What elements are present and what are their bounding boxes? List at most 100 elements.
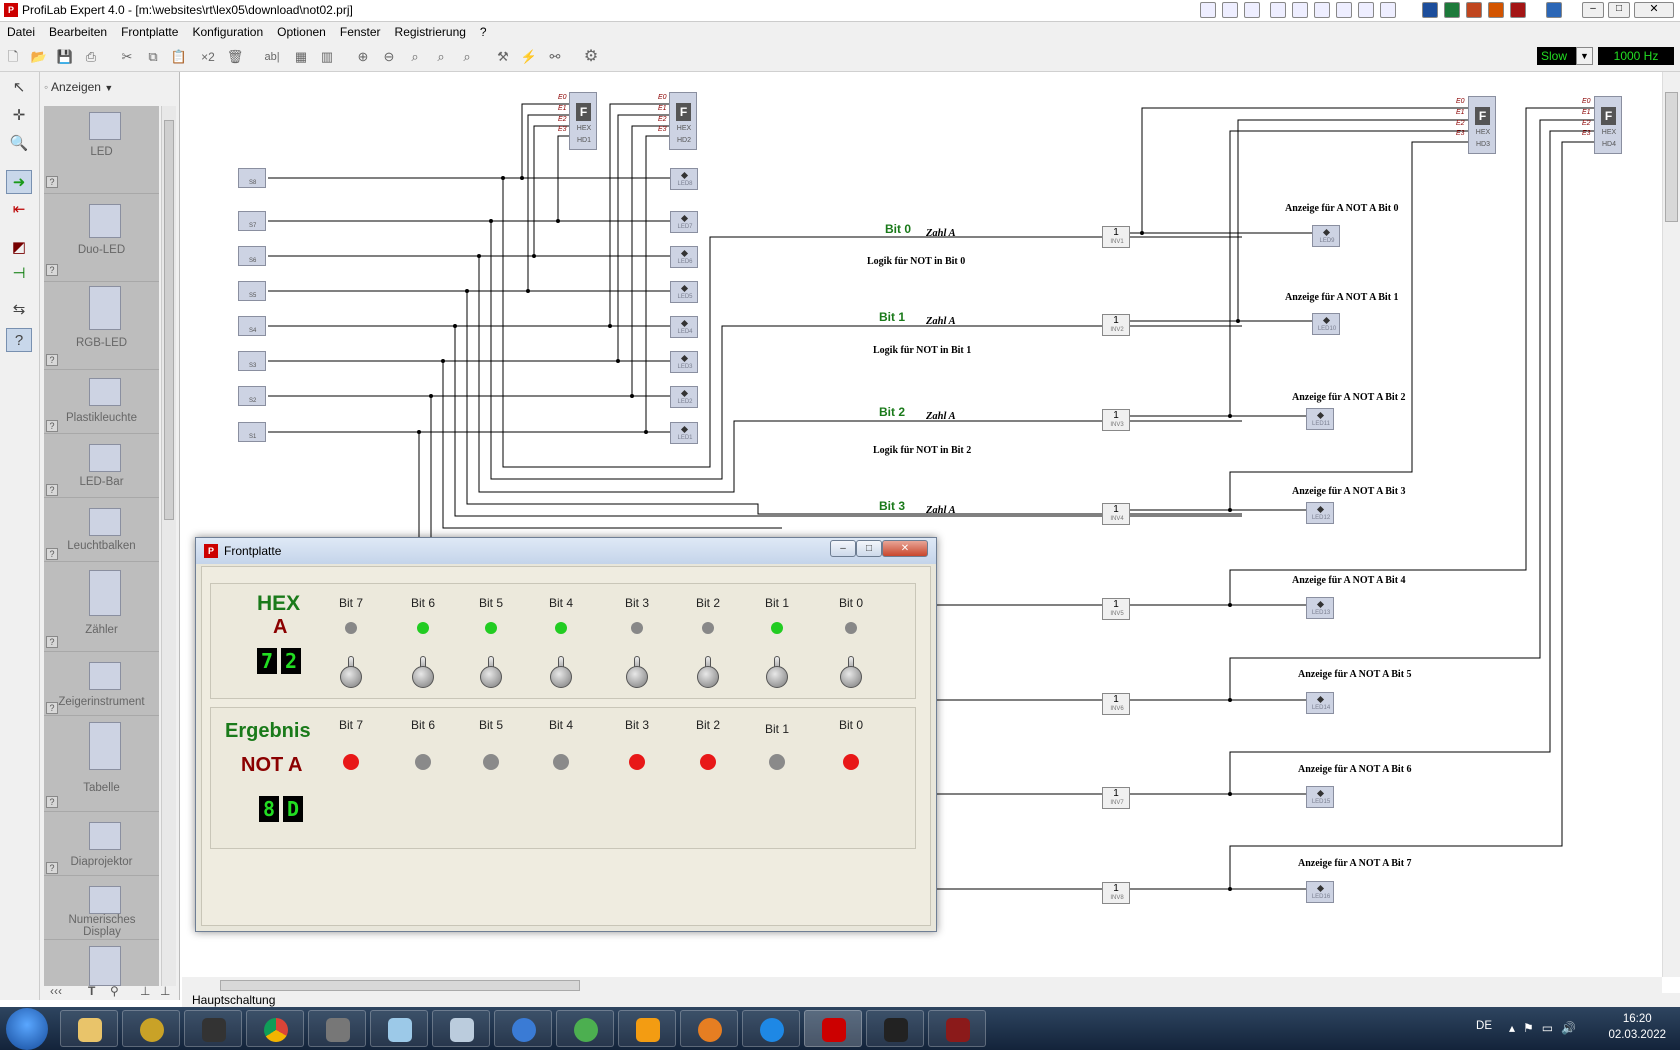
taskbar-chrome[interactable] [246, 1010, 304, 1047]
columns-icon[interactable]: ▥ [318, 48, 336, 66]
switch-s8[interactable]: S8 [238, 168, 266, 188]
new-file-icon[interactable]: 🗋 [4, 48, 22, 66]
chevron-down-icon[interactable]: ▼ [1576, 47, 1593, 65]
switch-s5[interactable]: S5 [238, 281, 266, 301]
toggle-switch[interactable] [624, 656, 650, 688]
library-item-tabelle[interactable]: Tabelle ? [44, 716, 159, 812]
notes-icon[interactable] [1358, 2, 1374, 18]
folder-icon[interactable] [1380, 2, 1396, 18]
open-folder-icon[interactable]: 📂 [30, 48, 48, 66]
horizontal-scroll-thumb[interactable] [220, 980, 580, 991]
crosshair-icon[interactable]: ✛ [6, 104, 32, 128]
taskbar-paint[interactable] [680, 1010, 738, 1047]
help-icon[interactable]: ? [46, 862, 58, 874]
maximize-button[interactable]: □ [856, 540, 882, 557]
taskbar-app-gear[interactable] [122, 1010, 180, 1047]
menu-frontplatte[interactable]: Frontplatte [114, 22, 185, 42]
led-led11[interactable]: LED11 [1306, 408, 1334, 430]
cut-icon[interactable]: ✂ [118, 48, 136, 66]
toggle-switch[interactable] [764, 656, 790, 688]
taskbar-edge[interactable] [742, 1010, 800, 1047]
library-category-select[interactable]: ◦ Anzeigen ▼ [44, 80, 156, 98]
led-led7[interactable]: LED7 [670, 211, 698, 233]
help-icon[interactable]: ? [46, 264, 58, 276]
menu-help[interactable]: ? [473, 22, 494, 42]
menu-registrierung[interactable]: Registrierung [388, 22, 473, 42]
taskbar-app-globe[interactable] [494, 1010, 552, 1047]
menu-datei[interactable]: Datei [0, 22, 42, 42]
led-led5[interactable]: LED5 [670, 281, 698, 303]
inverter-inv2[interactable]: 1 INV2 [1102, 314, 1130, 336]
text-tool-button[interactable]: ab| [262, 48, 282, 66]
taskbar-explorer[interactable] [60, 1010, 118, 1047]
led-led10[interactable]: LED10 [1312, 313, 1340, 335]
taskbar-app-green[interactable] [556, 1010, 614, 1047]
maximize-button[interactable]: □ [1608, 2, 1630, 18]
pin-icon-2[interactable]: ⊥ [160, 984, 170, 998]
text-icon[interactable]: T [88, 984, 95, 998]
hex-display-hd3[interactable]: F HEX HD3 [1468, 96, 1496, 154]
help-icon-2[interactable] [1244, 2, 1260, 18]
help-icon[interactable]: ? [46, 354, 58, 366]
close-button[interactable]: ✕ [882, 540, 928, 557]
taskbar-app-chip[interactable] [184, 1010, 242, 1047]
menu-konfiguration[interactable]: Konfiguration [185, 22, 270, 42]
led-led9[interactable]: LED9 [1312, 225, 1340, 247]
clock[interactable]: 16:20 02.03.2022 [1608, 1011, 1666, 1043]
taskbar-emu[interactable] [928, 1010, 986, 1047]
led-led14[interactable]: LED14 [1306, 692, 1334, 714]
binoculars-icon[interactable]: ⚲ [110, 984, 119, 998]
task-icon[interactable] [1314, 2, 1330, 18]
hex-display-hd1[interactable]: F HEX HD1 [569, 92, 597, 150]
tab-hauptschaltung[interactable]: Hauptschaltung [192, 993, 276, 1008]
vertical-scroll-thumb[interactable] [1665, 92, 1678, 222]
contacts-icon[interactable] [1336, 2, 1352, 18]
led-led6[interactable]: LED6 [670, 246, 698, 268]
help-icon[interactable]: ? [46, 702, 58, 714]
menu-optionen[interactable]: Optionen [270, 22, 333, 42]
taskbar-app-notes[interactable] [370, 1010, 428, 1047]
toggle-switch[interactable] [838, 656, 864, 688]
toggle-switch[interactable] [695, 656, 721, 688]
inverter-inv1[interactable]: 1 INV1 [1102, 226, 1130, 248]
toggle-switch[interactable] [548, 656, 574, 688]
minimize-button[interactable]: – [1582, 2, 1604, 18]
input-language[interactable]: DE [1476, 1020, 1492, 1032]
taskbar-app-chip2[interactable] [866, 1010, 924, 1047]
led-led1[interactable]: LED1 [670, 422, 698, 444]
word-icon[interactable] [1422, 2, 1438, 18]
system-tray[interactable]: ▴⚑▭🔊 [1509, 1021, 1584, 1035]
library-scrollbar[interactable] [161, 106, 176, 986]
menu-bearbeiten[interactable]: Bearbeiten [42, 22, 114, 42]
led-led16[interactable]: LED16 [1306, 881, 1334, 903]
inverter-inv4[interactable]: 1 INV4 [1102, 503, 1130, 525]
app-icon-blue[interactable] [1546, 2, 1562, 18]
settings-gear-icon[interactable]: ⚙ [582, 48, 600, 66]
run-arrow-icon[interactable]: ➜ [6, 170, 32, 194]
library-item-numerisches-display[interactable]: Numerisches Display [44, 876, 159, 940]
pin-icon[interactable]: ⊥ [140, 984, 150, 998]
library-item-zaehler[interactable]: Zähler ? [44, 562, 159, 652]
minimize-button[interactable]: – [830, 540, 856, 557]
taskbar-profilab[interactable] [804, 1010, 862, 1047]
library-item-zeigerinstrument[interactable]: Zeigerinstrument ? [44, 652, 159, 716]
help-icon[interactable]: ? [46, 420, 58, 432]
access-icon[interactable] [1510, 2, 1526, 18]
app-icon-orange[interactable] [1488, 2, 1504, 18]
save-icon[interactable]: 💾 [56, 48, 74, 66]
switch-s4[interactable]: S4 [238, 316, 266, 336]
collapse-icon[interactable]: ‹‹‹ [50, 984, 62, 998]
inverter-inv7[interactable]: 1 INV7 [1102, 787, 1130, 809]
probe-icon[interactable]: ⊣ [6, 262, 32, 286]
library-item-diaprojektor[interactable]: Diaprojektor ? [44, 812, 159, 876]
led-led15[interactable]: LED15 [1306, 786, 1334, 808]
menu-fenster[interactable]: Fenster [333, 22, 388, 42]
toggle-switch[interactable] [478, 656, 504, 688]
led-led3[interactable]: LED3 [670, 351, 698, 373]
help-icon[interactable]: ? [46, 636, 58, 648]
library-item-led-bar[interactable]: LED-Bar ? [44, 434, 159, 498]
inverter-inv5[interactable]: 1 INV5 [1102, 598, 1130, 620]
help-icon[interactable] [1222, 2, 1238, 18]
select-arrow-icon[interactable]: ↖ [6, 76, 32, 100]
magnifier-icon[interactable]: 🔍 [6, 132, 32, 156]
